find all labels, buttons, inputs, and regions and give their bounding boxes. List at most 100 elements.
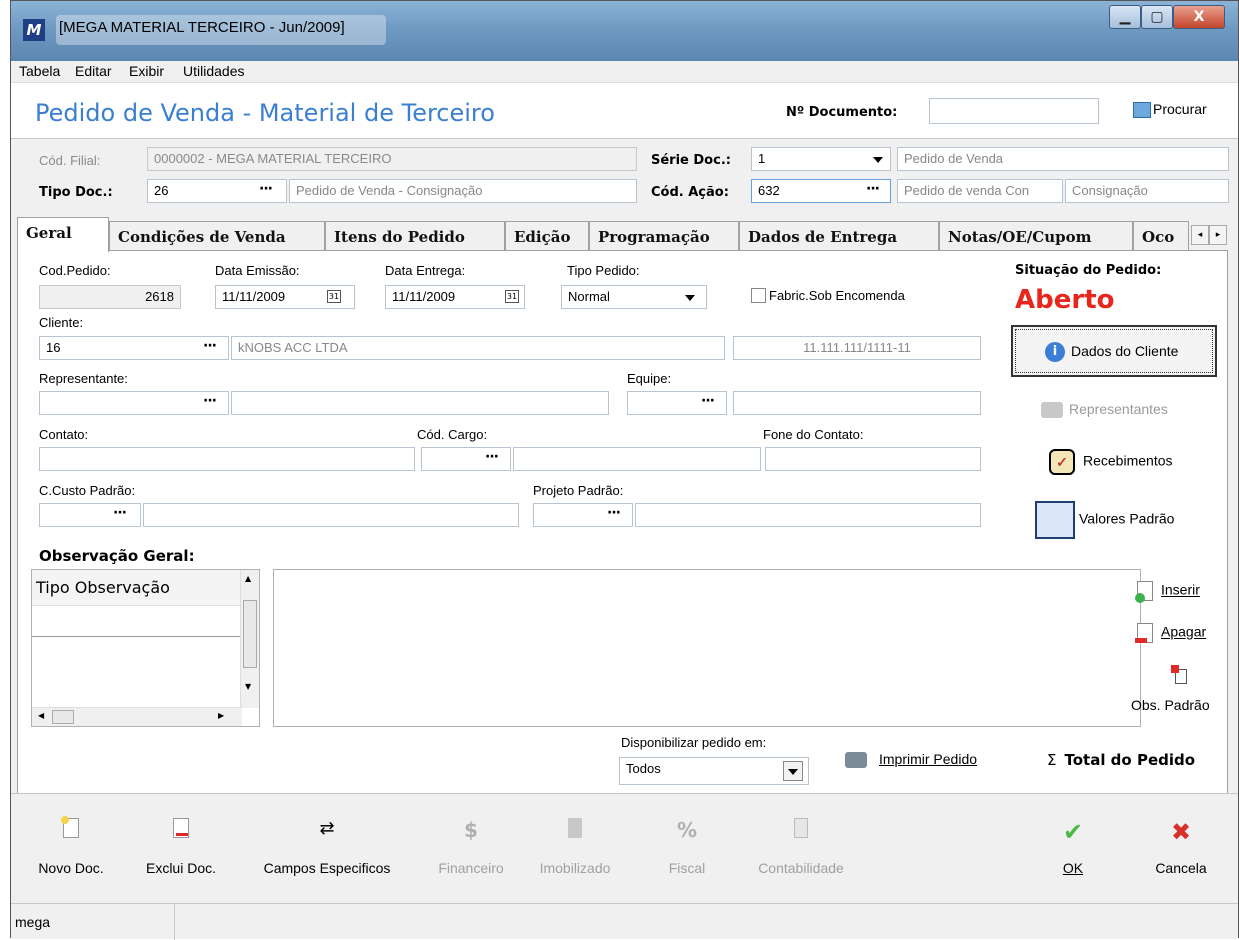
- cliente-code: 16: [46, 340, 61, 355]
- vertical-scrollbar[interactable]: ▲ ▼: [240, 570, 259, 708]
- scroll-up-icon[interactable]: ▲: [245, 574, 251, 583]
- printer-icon: [845, 752, 867, 769]
- tipo-pedido-value: Normal: [568, 289, 610, 304]
- filial-select[interactable]: 0000002 - MEGA MATERIAL TERCEIRO: [147, 147, 637, 171]
- search-button[interactable]: Procurar: [1133, 101, 1207, 119]
- menu-editar[interactable]: Editar: [75, 63, 112, 79]
- tab-scroll-right-icon[interactable]: ▸: [1209, 225, 1227, 245]
- equipe-name-field[interactable]: [733, 391, 981, 415]
- cargo-lookup-button[interactable]: ···: [485, 449, 499, 465]
- tipo-doc-label: Tipo Doc.:: [39, 185, 113, 200]
- obs-text-area[interactable]: [273, 569, 1141, 727]
- chevron-down-icon[interactable]: [685, 295, 695, 301]
- obs-type-list[interactable]: Tipo Observação ▲ ▼ ◀ ▶: [31, 569, 260, 727]
- search-label: Procurar: [1153, 101, 1207, 117]
- imobilizado-label: Imobilizado: [539, 860, 611, 876]
- hscroll-thumb[interactable]: [52, 710, 74, 724]
- data-entrega-field[interactable]: 11/11/2009: [385, 285, 525, 309]
- recebimentos-button[interactable]: ✓ Recebimentos: [1049, 449, 1173, 475]
- obs-padrao-button[interactable]: Obs. Padrão: [1131, 697, 1210, 713]
- apagar-button[interactable]: Apagar: [1135, 623, 1206, 643]
- imobilizado-button[interactable]: Imobilizado: [515, 794, 635, 904]
- doc-number-input[interactable]: [929, 98, 1099, 124]
- sigma-icon: Σ: [1047, 751, 1057, 769]
- chevron-down-icon[interactable]: [783, 761, 803, 781]
- status-user: mega: [15, 914, 51, 930]
- cliente-lookup-button[interactable]: ···: [203, 338, 217, 354]
- tab-edicao[interactable]: Edição: [505, 221, 589, 251]
- fone-label: Fone do Contato:: [763, 427, 864, 442]
- chevron-down-icon[interactable]: [873, 157, 883, 163]
- scroll-right-icon[interactable]: ▶: [218, 711, 224, 720]
- title-bar[interactable]: M [MEGA MATERIAL TERCEIRO - Jun/2009] ▁ …: [11, 1, 1238, 61]
- imprimir-label: Imprimir Pedido: [879, 751, 978, 767]
- tab-oco[interactable]: Oco: [1133, 221, 1189, 251]
- contato-field[interactable]: [39, 447, 415, 471]
- contabilidade-button[interactable]: Contabilidade: [731, 794, 871, 904]
- row-divider: [32, 636, 242, 637]
- acao-lookup-button[interactable]: ···: [866, 181, 880, 197]
- menu-editar-label: Editar: [75, 63, 112, 79]
- scroll-down-icon[interactable]: ▼: [245, 682, 251, 691]
- campos-especificos-button[interactable]: ⇄ Campos Especificos: [247, 794, 407, 904]
- disponibilizar-select[interactable]: Todos: [619, 757, 809, 785]
- representantes-button[interactable]: Representantes: [1041, 401, 1168, 419]
- horizontal-scrollbar[interactable]: ◀ ▶: [32, 707, 242, 726]
- acao-desc2-field: Consignação: [1065, 179, 1229, 203]
- tab-dados-entrega[interactable]: Dados de Entrega: [739, 221, 939, 251]
- recebimentos-label: Recebimentos: [1083, 452, 1173, 469]
- menu-utilidades[interactable]: Utilidades: [183, 63, 244, 79]
- menu-exibir[interactable]: Exibir: [129, 63, 164, 79]
- mega-logo-icon[interactable]: M: [23, 19, 45, 41]
- status-panel-user: mega: [11, 904, 175, 940]
- serie-select[interactable]: 1: [751, 147, 891, 171]
- representantes-label: Representantes: [1069, 401, 1168, 417]
- cliente-name-field: kNOBS ACC LTDA: [231, 336, 725, 360]
- total-pedido-button[interactable]: Σ Total do Pedido: [1047, 751, 1195, 769]
- projeto-name-field[interactable]: [635, 503, 981, 527]
- fiscal-button[interactable]: % Fiscal: [627, 794, 747, 904]
- scroll-thumb[interactable]: [243, 600, 257, 668]
- tab-itens-pedido[interactable]: Itens do Pedido: [325, 221, 505, 251]
- financeiro-button[interactable]: $ Financeiro: [411, 794, 531, 904]
- tab-condicoes-venda[interactable]: Condições de Venda: [109, 221, 325, 251]
- cargo-name-field[interactable]: [513, 447, 761, 471]
- tab-geral[interactable]: Geral: [17, 217, 109, 252]
- ok-button[interactable]: ✔ OK: [1013, 794, 1133, 904]
- ccusto-name-field[interactable]: [143, 503, 519, 527]
- calendar-icon[interactable]: 31: [505, 290, 519, 303]
- tab-scroll-left-icon[interactable]: ◂: [1191, 225, 1209, 245]
- valores-padrao-button[interactable]: Valores Padrão: [1035, 501, 1174, 539]
- tab-notas-oe-cupom[interactable]: Notas/OE/Cupom: [939, 221, 1133, 251]
- disponibilizar-value: Todos: [626, 761, 661, 776]
- calendar-icon[interactable]: 31: [327, 290, 341, 303]
- minimize-icon[interactable]: ▁: [1109, 5, 1141, 29]
- fabric-checkbox[interactable]: [751, 288, 766, 303]
- exclui-doc-button[interactable]: Exclui Doc.: [121, 794, 241, 904]
- cliente-code-field[interactable]: 16: [39, 336, 229, 360]
- representante-lookup-button[interactable]: ···: [203, 393, 217, 409]
- status-bar: mega: [11, 903, 1238, 940]
- cancela-button[interactable]: ✖ Cancela: [1121, 794, 1239, 904]
- representante-name-field[interactable]: [231, 391, 609, 415]
- equipe-lookup-button[interactable]: ···: [701, 393, 715, 409]
- campos-especificos-label: Campos Especificos: [263, 860, 391, 876]
- page-header: Pedido de Venda - Material de Terceiro N…: [11, 83, 1238, 139]
- imprimir-pedido-button[interactable]: Imprimir Pedido: [845, 751, 978, 769]
- novo-doc-button[interactable]: Novo Doc.: [11, 794, 131, 904]
- tipo-doc-lookup-button[interactable]: ···: [259, 181, 273, 197]
- maximize-icon[interactable]: ▢: [1141, 5, 1173, 29]
- fiscal-label: Fiscal: [668, 860, 706, 876]
- fone-field[interactable]: [765, 447, 981, 471]
- dados-cliente-button[interactable]: i Dados do Cliente: [1011, 325, 1217, 377]
- menu-tabela[interactable]: Tabela: [19, 63, 60, 79]
- tab-programacao[interactable]: Programação: [589, 221, 739, 251]
- close-icon[interactable]: X: [1173, 5, 1225, 29]
- scroll-left-icon[interactable]: ◀: [38, 711, 44, 720]
- projeto-lookup-button[interactable]: ···: [607, 505, 621, 521]
- representante-code-field[interactable]: [39, 391, 229, 415]
- inserir-button[interactable]: Inserir: [1135, 581, 1200, 603]
- ccusto-lookup-button[interactable]: ···: [113, 505, 127, 521]
- menu-exibir-label: Exibir: [129, 63, 165, 79]
- ccusto-label: C.Custo Padrão:: [39, 483, 136, 498]
